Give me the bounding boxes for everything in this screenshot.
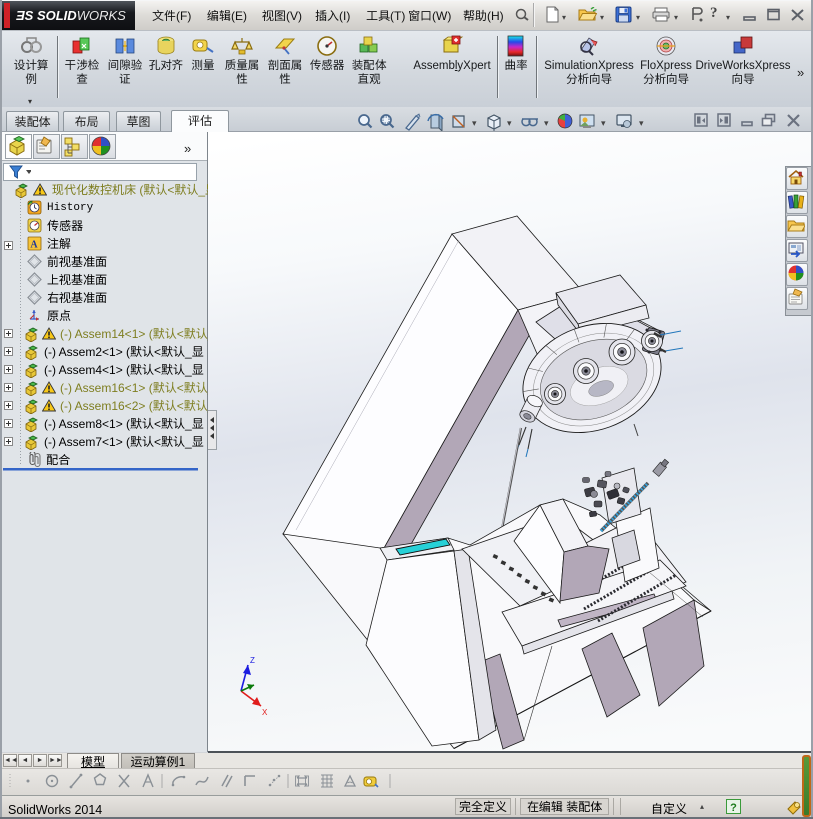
svg-text:A: A xyxy=(30,240,38,251)
svg-text:▾: ▾ xyxy=(639,116,644,129)
svg-text:▾: ▾ xyxy=(601,116,606,129)
svg-text:Z: Z xyxy=(250,656,255,665)
svg-text:▾: ▾ xyxy=(472,116,477,129)
svg-text:▾: ▾ xyxy=(507,116,512,129)
svg-text:▾: ▾ xyxy=(544,116,549,129)
svg-text:X: X xyxy=(262,708,268,717)
